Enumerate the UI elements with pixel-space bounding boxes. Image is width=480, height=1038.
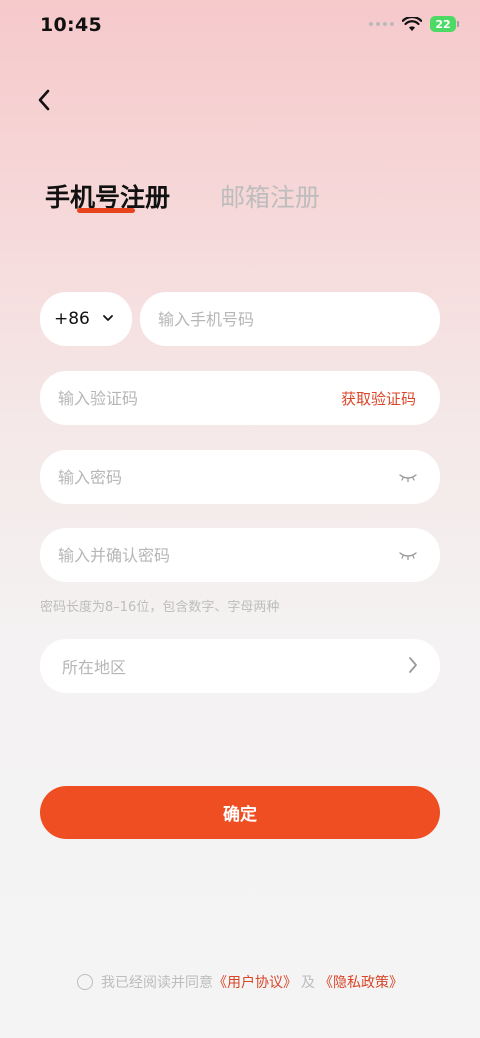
tab-phone-register[interactable]: 手机号注册: [45, 178, 170, 214]
chevron-down-icon: [103, 315, 113, 321]
battery-icon: 22: [430, 16, 459, 32]
user-agreement-link[interactable]: 《用户协议》: [213, 972, 297, 992]
tab-email-register[interactable]: 邮箱注册: [220, 178, 320, 214]
phone-input[interactable]: [158, 309, 408, 329]
region-select[interactable]: 所在地区: [40, 639, 440, 693]
password-field: [40, 450, 440, 504]
agreement-row: 我已经阅读并同意 《用户协议》 及 《隐私政策》: [0, 972, 480, 992]
tab-email-register-label: 邮箱注册: [220, 183, 321, 212]
agreement-and: 及: [301, 975, 315, 991]
password-hint: 密码长度为8–16位，包含数字、字母两种: [40, 600, 280, 615]
wifi-icon: [402, 16, 422, 31]
battery-level: 22: [435, 17, 451, 31]
back-button[interactable]: [28, 84, 60, 116]
signal-icon: [369, 22, 394, 26]
status-bar: 10:45 22: [0, 0, 480, 54]
get-code-button[interactable]: 获取验证码: [341, 388, 416, 409]
register-tabs: 手机号注册 邮箱注册: [45, 178, 320, 214]
phone-field: [140, 292, 440, 346]
submit-button[interactable]: 确定: [40, 786, 440, 839]
privacy-policy-link[interactable]: 《隐私政策》: [319, 972, 403, 992]
agreement-radio[interactable]: [77, 974, 93, 990]
confirm-password-input[interactable]: [58, 545, 308, 565]
active-tab-indicator: [77, 208, 135, 213]
region-placeholder: 所在地区: [62, 658, 127, 677]
eye-closed-icon[interactable]: [398, 546, 418, 564]
country-code-select[interactable]: +86: [40, 292, 132, 346]
verification-code-field: 获取验证码: [40, 371, 440, 425]
chevron-left-icon: [38, 89, 50, 111]
verification-code-input[interactable]: [58, 388, 308, 408]
status-icons: 22: [369, 16, 459, 32]
country-code-value: +86: [54, 309, 90, 329]
confirm-password-field: [40, 528, 440, 582]
status-time: 10:45: [40, 14, 102, 36]
password-input[interactable]: [58, 467, 308, 487]
chevron-right-icon: [409, 657, 417, 673]
eye-closed-icon[interactable]: [398, 468, 418, 486]
agreement-text: 我已经阅读并同意: [101, 975, 213, 991]
